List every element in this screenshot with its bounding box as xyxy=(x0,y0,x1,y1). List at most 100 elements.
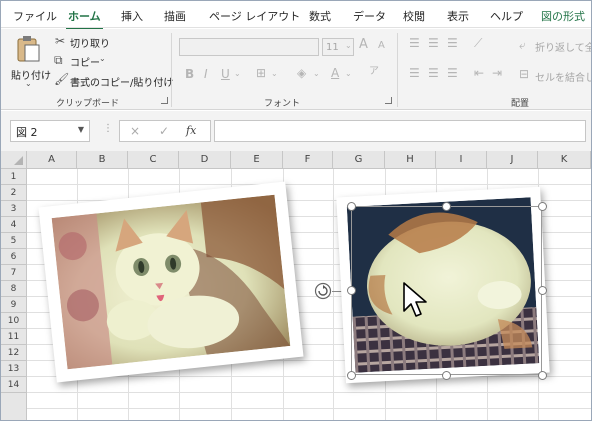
cancel-icon[interactable]: × xyxy=(130,125,140,137)
underline-button[interactable]: U xyxy=(221,68,230,80)
format-painter-label[interactable]: 書式のコピー/貼り付け xyxy=(70,74,173,89)
row-header[interactable]: 7 xyxy=(1,265,27,281)
insert-function-icon[interactable]: fx xyxy=(186,125,196,136)
font-launcher-icon[interactable] xyxy=(385,97,392,104)
merge-cells-label[interactable]: セルを結合して xyxy=(535,69,591,84)
resize-handle-top[interactable] xyxy=(442,202,451,211)
row-header[interactable]: 10 xyxy=(1,313,27,329)
row-header[interactable] xyxy=(1,393,27,420)
bold-button[interactable]: B xyxy=(185,68,194,80)
column-header[interactable]: D xyxy=(179,151,231,169)
mouse-pointer-icon xyxy=(403,282,427,317)
orientation-icon[interactable]: ⟋ xyxy=(474,37,482,49)
chevron-down-icon[interactable]: ⌄ xyxy=(271,70,278,78)
cat-photo-1[interactable] xyxy=(38,181,304,383)
resize-handle-bottom-left[interactable] xyxy=(347,371,356,380)
column-header[interactable]: G xyxy=(333,151,385,169)
column-header[interactable]: C xyxy=(128,151,179,169)
grow-font-icon[interactable]: A xyxy=(359,38,368,51)
row-header[interactable]: 12 xyxy=(1,345,27,361)
row-header[interactable]: 5 xyxy=(1,233,27,249)
column-header[interactable]: K xyxy=(538,151,591,169)
wrap-text-label[interactable]: 折り返して全体 xyxy=(535,39,591,54)
resize-handle-left[interactable] xyxy=(347,286,356,295)
row-header[interactable]: 11 xyxy=(1,329,27,345)
rotate-handle-icon[interactable] xyxy=(314,282,332,300)
tab-help[interactable]: ヘルプ xyxy=(490,8,523,24)
tab-view[interactable]: 表示 xyxy=(447,8,469,24)
decrease-indent-icon[interactable]: ⇤ xyxy=(474,67,484,79)
align-center-icon[interactable]: ☰ xyxy=(428,67,439,79)
clipboard-launcher-icon[interactable] xyxy=(161,97,168,104)
align-bottom-icon[interactable]: ☰ xyxy=(447,37,458,49)
column-header[interactable]: H xyxy=(385,151,436,169)
row-header[interactable]: 14 xyxy=(1,377,27,393)
row-header[interactable]: 13 xyxy=(1,361,27,377)
borders-icon[interactable]: ⊞ xyxy=(256,67,266,79)
tab-page-layout[interactable]: ページ レイアウト xyxy=(209,8,300,24)
tab-formulas[interactable]: 数式 xyxy=(309,8,331,24)
resize-handle-top-left[interactable] xyxy=(347,202,356,211)
resize-handle-bottom[interactable] xyxy=(442,371,451,380)
tab-draw[interactable]: 描画 xyxy=(164,8,186,24)
phonetic-icon[interactable]: ア xyxy=(369,67,379,77)
row-header[interactable]: 1 xyxy=(1,169,27,185)
fill-color-icon[interactable]: ◈ xyxy=(297,67,306,79)
resize-handle-right[interactable] xyxy=(538,286,547,295)
tab-picture-format[interactable]: 図の形式 xyxy=(541,8,585,24)
increase-indent-icon[interactable]: ⇥ xyxy=(492,67,502,79)
row-header[interactable]: 4 xyxy=(1,217,27,233)
select-all-button[interactable] xyxy=(1,151,27,169)
tab-insert[interactable]: 挿入 xyxy=(121,8,143,24)
copy-icon[interactable]: ⧉ xyxy=(54,54,63,66)
gridline xyxy=(27,408,591,409)
font-size-combo[interactable]: 11 ⌄ xyxy=(322,38,354,56)
column-header[interactable]: F xyxy=(283,151,333,169)
merge-cells-icon[interactable]: ⊟ xyxy=(519,68,529,80)
tab-review[interactable]: 校閲 xyxy=(403,8,425,24)
gridline xyxy=(333,169,334,420)
tab-file[interactable]: ファイル xyxy=(13,8,57,24)
chevron-down-icon[interactable]: ⌄ xyxy=(313,70,320,78)
cut-label[interactable]: 切り取り xyxy=(70,35,110,50)
column-header[interactable]: B xyxy=(77,151,128,169)
column-header[interactable]: I xyxy=(436,151,487,169)
align-left-icon[interactable]: ☰ xyxy=(409,67,420,79)
name-box[interactable]: 図 2 ▼ xyxy=(10,120,90,142)
wrap-text-icon[interactable]: ⤶ xyxy=(519,39,526,51)
copy-label[interactable]: コピー xyxy=(70,54,100,69)
resize-handle-top-right[interactable] xyxy=(538,202,547,211)
align-top-icon[interactable]: ☰ xyxy=(409,37,420,49)
row-header[interactable]: 8 xyxy=(1,281,27,297)
paste-button[interactable]: 貼り付け ⌄ xyxy=(9,33,51,91)
column-header[interactable]: A xyxy=(27,151,77,169)
column-header[interactable]: E xyxy=(231,151,283,169)
scissors-icon[interactable]: ✂ xyxy=(55,35,65,47)
chevron-down-icon[interactable]: ⌄ xyxy=(345,70,352,78)
enter-icon[interactable]: ✓ xyxy=(159,125,169,137)
resize-handle-bottom-right[interactable] xyxy=(538,371,547,380)
font-name-combo[interactable] xyxy=(179,38,319,56)
align-middle-icon[interactable]: ☰ xyxy=(428,37,439,49)
tab-data[interactable]: データ xyxy=(353,8,386,24)
font-color-icon[interactable]: A xyxy=(331,67,339,79)
worksheet-grid[interactable]: A B C D E F G H I J K 1 2 3 4 5 6 7 8 9 … xyxy=(1,151,591,420)
format-painter-icon[interactable]: 🖌 xyxy=(54,73,69,85)
column-header[interactable]: J xyxy=(487,151,538,169)
row-header[interactable]: 3 xyxy=(1,201,27,217)
shrink-font-icon[interactable]: A xyxy=(378,41,385,51)
paste-icon xyxy=(17,36,40,62)
chevron-down-icon[interactable]: ⌄ xyxy=(234,70,241,78)
divider xyxy=(397,33,398,107)
cat-photo-1-image xyxy=(51,194,291,370)
more-options-icon[interactable]: ⋮ xyxy=(103,124,113,134)
gridline xyxy=(27,392,591,393)
tab-home[interactable]: ホーム xyxy=(66,8,103,30)
row-header[interactable]: 6 xyxy=(1,249,27,265)
italic-button[interactable]: I xyxy=(204,68,208,80)
row-header[interactable]: 2 xyxy=(1,185,27,201)
chevron-down-icon[interactable]: ⌄ xyxy=(99,55,106,63)
formula-input[interactable] xyxy=(214,120,586,142)
row-header[interactable]: 9 xyxy=(1,297,27,313)
align-right-icon[interactable]: ☰ xyxy=(447,67,458,79)
